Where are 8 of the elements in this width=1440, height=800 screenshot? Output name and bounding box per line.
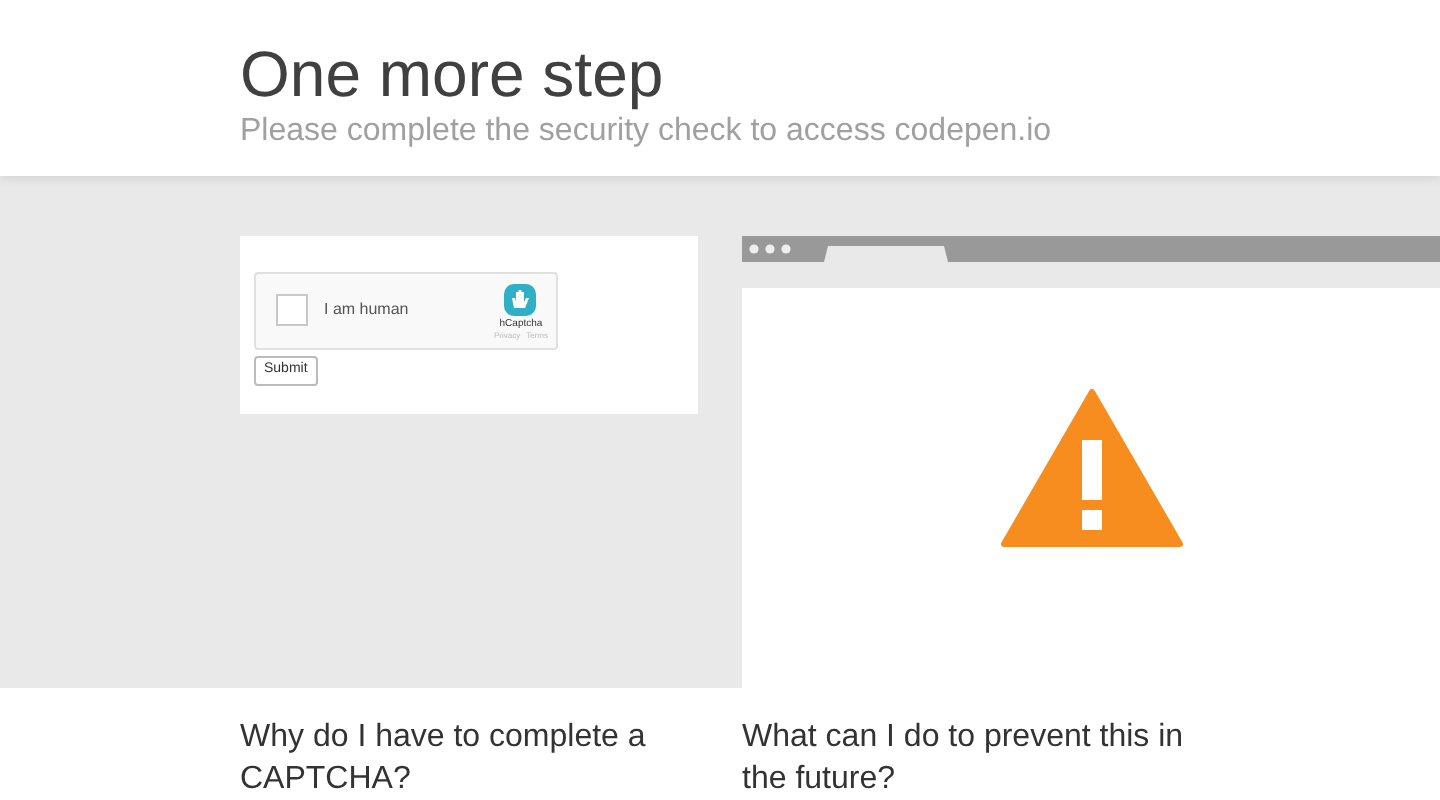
faq-heading: What can I do to prevent this in the future? [742, 718, 1186, 800]
faq-heading: Why do I have to complete a CAPTCHA? [240, 718, 648, 800]
captcha-label: I am human [324, 298, 409, 323]
page-title: One more step [240, 36, 664, 112]
page-subtitle: Please complete the security check to access codepen.io [240, 112, 1052, 152]
captcha-checkbox[interactable] [276, 294, 308, 327]
warning-icon [999, 387, 1183, 548]
hand-logo-icon [502, 281, 539, 318]
